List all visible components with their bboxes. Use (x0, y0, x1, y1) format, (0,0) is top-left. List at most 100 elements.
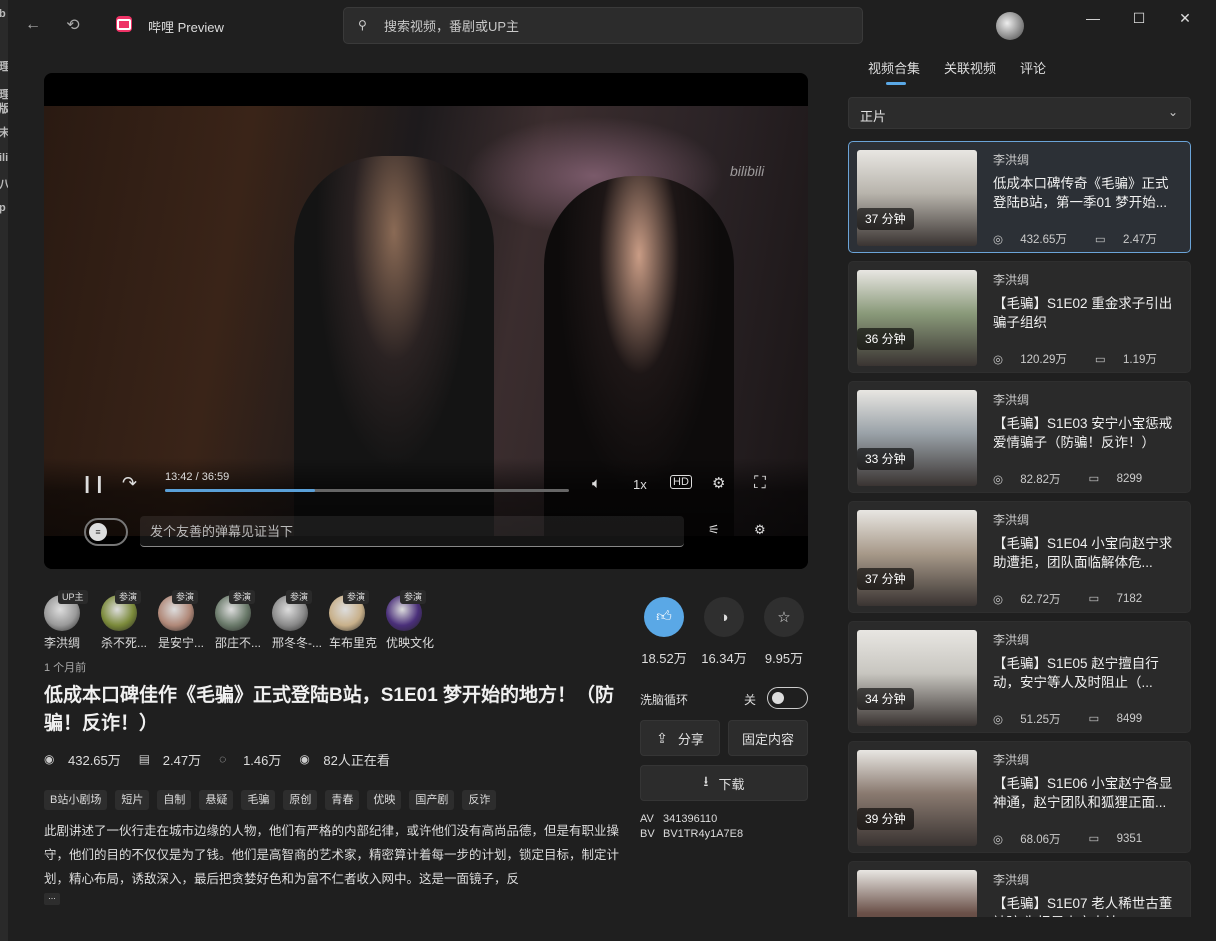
danmaku-count-icon: ▭ (1088, 833, 1103, 845)
danmaku-style-icon[interactable]: ⚙ (754, 522, 766, 538)
tag-chip[interactable]: 原创 (283, 790, 318, 810)
tab-collection[interactable]: 视频合集 (868, 58, 920, 85)
video-description: 此剧讲述了一伙行走在城市边缘的人物，他们有严格的内部纪律，或许他们没有高尚品德，… (44, 824, 620, 886)
volume-icon[interactable]: 🔈︎ (592, 475, 601, 492)
share-button[interactable]: ⇪ 分享 (640, 720, 720, 756)
episode-thumbnail (857, 870, 977, 917)
episode-title: 【毛骗】S1E02 重金求子引出骗子组织 (993, 296, 1173, 330)
tag-chip[interactable]: 悬疑 (199, 790, 234, 810)
progress-bar[interactable] (165, 489, 569, 492)
speed-button[interactable]: 1x (633, 477, 647, 492)
maximize-icon[interactable]: ☐ (1129, 10, 1149, 26)
creator-item[interactable]: 参演 杀不死... (101, 590, 161, 650)
stat-value: 82人正在看 (323, 752, 390, 768)
creator-role-badge: 参演 (115, 590, 142, 604)
episode-meta: ◎ 51.25万 ▭ 8499 (993, 711, 1170, 727)
episode-title: 【毛骗】S1E04 小宝向赵宁求助遭拒，团队面临解体危... (993, 536, 1173, 570)
close-icon[interactable]: ✕ (1175, 10, 1195, 26)
episode-card[interactable]: 37 分钟 李洪绸 低成本口碑传奇《毛骗》正式登陆B站，第一季01 梦开始... ◎ … (848, 141, 1191, 253)
tag-chip[interactable]: B站小剧场 (44, 790, 108, 810)
episode-duration: 37 分钟 (857, 568, 914, 590)
episode-meta: ◎ 432.65万 ▭ 2.47万 (993, 231, 1185, 247)
danmaku-icon: ≡ (89, 523, 107, 541)
bilibili-logo-icon (116, 16, 132, 32)
tag-chip[interactable]: 反诈 (462, 790, 497, 810)
creator-item[interactable]: UP主 李洪绸 (44, 590, 104, 650)
episode-thumbnail (857, 150, 977, 246)
expand-description-button[interactable]: ... (44, 892, 60, 905)
tag-chip[interactable]: 优映 (367, 790, 402, 810)
tag-chip[interactable]: 短片 (115, 790, 150, 810)
creator-item[interactable]: 参演 车布里克 (329, 590, 389, 650)
episode-card[interactable]: 34 分钟 李洪绸 【毛骗】S1E05 赵宁擅自行动，安宁等人及时阻止（... ◎ 5… (848, 621, 1191, 733)
minimize-icon[interactable]: — (1083, 10, 1103, 26)
creator-item[interactable]: 参演 是安宁... (158, 590, 218, 650)
pin-button[interactable]: 固定内容 (728, 720, 808, 756)
tab-comments[interactable]: 评论 (1020, 58, 1046, 77)
background-window-text: p (0, 202, 6, 214)
loop-switch[interactable] (767, 687, 808, 709)
coin-button[interactable]: ◑ (704, 597, 744, 637)
quality-icon[interactable]: HD (670, 475, 692, 489)
danmaku-toggle[interactable]: ≡ (84, 518, 128, 546)
danmaku-count-icon: ▭ (1088, 473, 1103, 485)
app-window: b理理版末ili八p ← ⟲ 哔哩 Preview ⚲ — ☐ ✕ bilibi… (0, 0, 1216, 941)
creator-role-badge: 参演 (343, 590, 370, 604)
user-avatar[interactable] (996, 12, 1024, 40)
episode-duration: 33 分钟 (857, 448, 914, 470)
season-dropdown[interactable]: 正片 ⌄ (848, 97, 1191, 129)
background-window-text: b (0, 8, 6, 20)
episode-card[interactable]: 李洪绸【毛骗】S1E07 老人稀世古董被骗 为报恩小宝中计 (848, 861, 1191, 917)
episode-duration: 34 分钟 (857, 688, 914, 710)
episode-card[interactable]: 37 分钟 李洪绸 【毛骗】S1E04 小宝向赵宁求助遭拒，团队面临解体危... ◎ … (848, 501, 1191, 613)
play-count-icon: ◎ (993, 354, 1007, 366)
episode-danmaku: 1.19万 (1122, 354, 1157, 366)
pause-icon[interactable]: ❙❙ (80, 474, 106, 494)
tag-chip[interactable]: 青春 (325, 790, 360, 810)
watermark: bilibili (730, 163, 765, 179)
play-count-icon: ◎ (993, 474, 1007, 486)
danmaku-settings-icon[interactable]: ⚟ (708, 522, 720, 538)
download-button[interactable]: ⭳ 下载 (640, 765, 808, 801)
search-input[interactable] (384, 16, 844, 36)
danmaku-input-box[interactable] (140, 516, 684, 547)
video-player[interactable]: bilibili ❙❙ ↷ 13:42 / 36:59 🔈︎ 1x HD ⚙ ⛶… (44, 73, 808, 569)
download-icon: ⭳ (703, 773, 709, 789)
episode-danmaku: 7182 (1116, 593, 1143, 605)
creator-list: UP主 李洪绸 参演 杀不死... 参演 是安宁... 参演 邵庄不... 参演 邢冬冬-... 参… (44, 590, 434, 650)
tag-chip[interactable]: 毛骗 (241, 790, 276, 810)
search-box[interactable]: ⚲ (343, 7, 863, 44)
history-icon[interactable]: ⟲ (62, 14, 84, 36)
creator-role-badge: 参演 (172, 590, 199, 604)
episode-uploader: 李洪绸 (993, 873, 1030, 887)
tag-chip[interactable]: 自制 (157, 790, 192, 810)
creator-item[interactable]: 参演 优映文化 (386, 590, 446, 650)
like-count: 18.52万 (641, 651, 687, 666)
next-episode-icon[interactable]: ↷ (122, 473, 137, 494)
play-count-icon: ◉ (44, 752, 55, 766)
episode-card[interactable]: 33 分钟 李洪绸 【毛骗】S1E03 安宁小宝惩戒爱情骗子（防骗！反诈！） ◎ 82… (848, 381, 1191, 493)
episode-card[interactable]: 36 分钟 李洪绸 【毛骗】S1E02 重金求子引出骗子组织 ◎ 120.29万 ▭ 1… (848, 261, 1191, 373)
background-window-text: ili (0, 152, 8, 164)
episode-meta: ◎ 82.82万 ▭ 8299 (993, 471, 1170, 487)
favorite-button[interactable]: ☆ (764, 597, 804, 637)
play-count-icon: ◎ (993, 714, 1007, 726)
danmaku-input[interactable] (150, 522, 670, 540)
episode-card[interactable]: 39 分钟 李洪绸 【毛骗】S1E06 小宝赵宁各显神通，赵宁团队和狐狸正面... ◎… (848, 741, 1191, 853)
coin-icon: ◑ (719, 608, 729, 626)
creator-item[interactable]: 参演 邵庄不... (215, 590, 275, 650)
like-button[interactable]: 👍︎ (644, 597, 684, 637)
creator-item[interactable]: 参演 邢冬冬-... (272, 590, 332, 650)
tab-related[interactable]: 关联视频 (944, 58, 996, 77)
episode-views: 120.29万 (1020, 354, 1067, 366)
episode-danmaku: 2.47万 (1122, 234, 1157, 246)
back-arrow-icon[interactable]: ← (22, 14, 44, 36)
sidebar-tabs: 视频合集 关联视频 评论 (868, 58, 1070, 85)
fullscreen-icon[interactable]: ⛶ (754, 473, 766, 493)
stat-item: ▤ 2.47万 (139, 751, 201, 768)
app-title: 哔哩 Preview (148, 20, 224, 35)
episode-uploader: 李洪绸 (993, 753, 1030, 767)
settings-icon[interactable]: ⚙ (712, 474, 725, 492)
episode-duration: 36 分钟 (857, 328, 914, 350)
tag-chip[interactable]: 国产剧 (409, 790, 455, 810)
